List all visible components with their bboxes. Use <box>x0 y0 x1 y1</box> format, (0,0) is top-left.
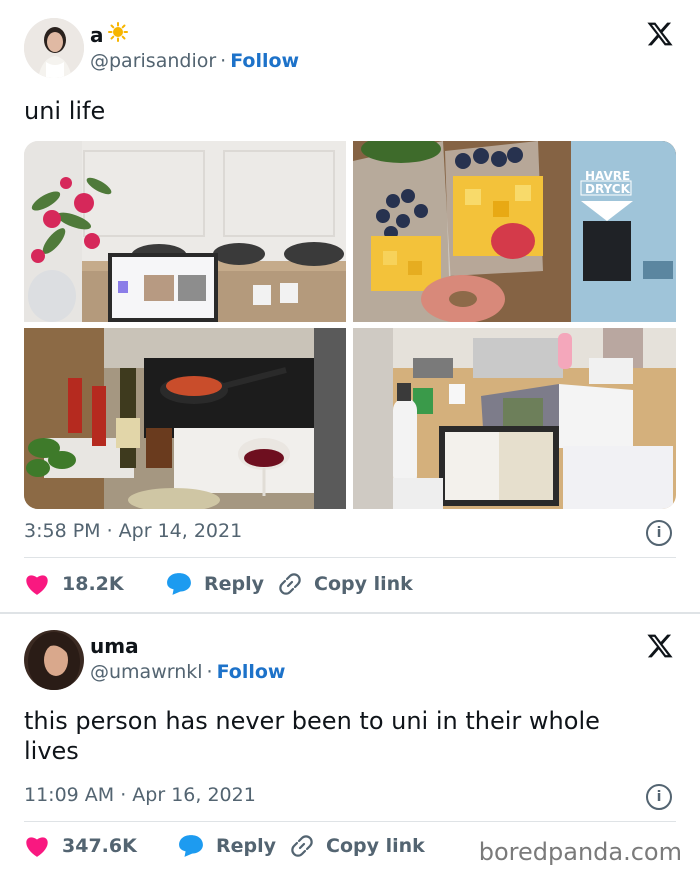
follow-link[interactable]: Follow <box>230 50 299 72</box>
reply-button[interactable]: Reply <box>166 572 278 596</box>
tweet-card-2: uma @umawrnkl · Follow this person has nev… <box>0 614 700 874</box>
action-bar: 347.6K Reply Copy link <box>24 834 425 858</box>
info-icon[interactable]: i <box>646 520 672 546</box>
handle-row: @umawrnkl · Follow <box>90 661 286 683</box>
separator-dot: · <box>220 50 227 72</box>
copy-link-label: Copy link <box>314 573 413 595</box>
handle-row: @parisandior · Follow <box>90 50 299 72</box>
handle[interactable]: @parisandior <box>90 50 216 72</box>
like-count: 18.2K <box>62 573 124 595</box>
like-button[interactable]: 347.6K <box>24 834 178 858</box>
tweet-text: this person has never been to uni in the… <box>24 707 600 765</box>
timestamp[interactable]: 3:58 PM · Apr 14, 2021 <box>24 520 242 542</box>
copy-link-button[interactable]: Copy link <box>290 834 425 858</box>
sun-emoji-icon <box>107 22 128 47</box>
photo-laptop-flowers[interactable] <box>24 141 346 322</box>
divider <box>24 557 676 558</box>
carton-text-1: HAVRE <box>585 169 630 183</box>
info-icon[interactable]: i <box>646 784 672 810</box>
display-name[interactable]: a <box>90 22 128 47</box>
carton-text-2: DRYCK <box>585 182 631 196</box>
avatar[interactable] <box>24 18 84 78</box>
tweet-text: uni life <box>24 97 106 125</box>
like-count: 347.6K <box>62 835 137 857</box>
timestamp[interactable]: 11:09 AM · Apr 16, 2021 <box>24 784 256 806</box>
copy-link-button[interactable]: Copy link <box>278 572 413 596</box>
photo-desk-study[interactable] <box>353 328 676 509</box>
handle[interactable]: @umawrnkl <box>90 661 203 683</box>
display-name[interactable]: uma <box>90 634 139 658</box>
reply-bubble-icon <box>166 572 192 596</box>
reply-button[interactable]: Reply <box>178 834 290 858</box>
reply-label: Reply <box>204 573 265 595</box>
avatar[interactable] <box>24 630 84 690</box>
heart-icon <box>24 572 50 596</box>
link-icon <box>278 572 302 596</box>
watermark: boredpanda.com <box>478 838 682 866</box>
tweet-card-1: a @parisandior · Follow uni life HAVRE D… <box>0 0 700 614</box>
divider <box>24 821 676 822</box>
heart-icon <box>24 834 50 858</box>
copy-link-label: Copy link <box>326 835 425 857</box>
separator-dot: · <box>206 661 213 683</box>
x-logo-icon[interactable] <box>646 20 674 48</box>
link-icon <box>290 834 314 858</box>
photo-fruit-cups-oat-milk[interactable]: HAVRE DRYCK <box>353 141 676 322</box>
x-logo-icon[interactable] <box>646 632 674 660</box>
photo-grid: HAVRE DRYCK <box>24 141 676 509</box>
photo-kitchen-cooking[interactable] <box>24 328 346 509</box>
reply-bubble-icon <box>178 834 204 858</box>
reply-label: Reply <box>216 835 277 857</box>
action-bar: 18.2K Reply Copy link <box>24 572 413 596</box>
follow-link[interactable]: Follow <box>217 661 286 683</box>
like-button[interactable]: 18.2K <box>24 572 166 596</box>
